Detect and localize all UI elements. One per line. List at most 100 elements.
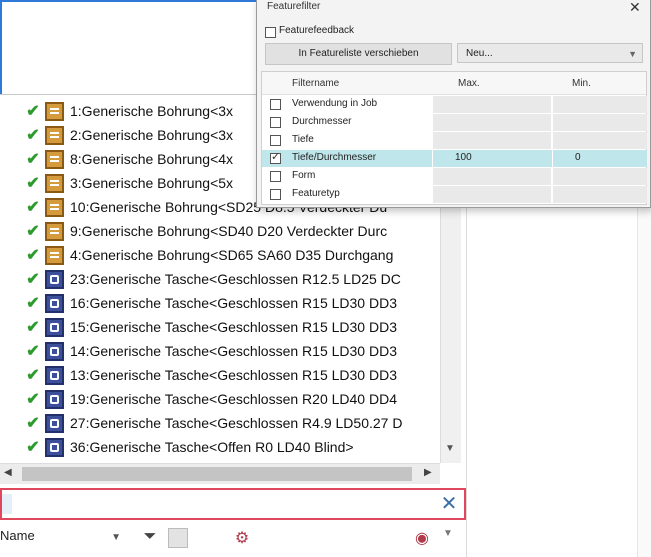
tree-item-label: 14:Generische Tasche<Geschlossen R15 LD3… [70, 343, 397, 359]
min-value-cell[interactable] [552, 186, 647, 203]
filter-input[interactable] [20, 492, 424, 518]
tree-item-label: 8:Generische Bohrung<4x [70, 151, 234, 167]
tree-item[interactable]: ✔ 9:Generische Bohrung<SD40 D20 Verdeckt… [0, 219, 387, 243]
tree-item-label: 16:Generische Tasche<Geschlossen R15 LD3… [70, 295, 397, 311]
checkmark-icon: ✔ [26, 391, 40, 408]
tree-item[interactable]: ✔ 2:Generische Bohrung<3x [0, 123, 233, 147]
min-value-cell[interactable]: 0 [552, 150, 647, 167]
eye-dropdown-arrow-icon[interactable]: ▼ [438, 528, 458, 548]
checkmark-icon: ✔ [26, 103, 40, 120]
clear-filter-icon[interactable]: ✕ [438, 492, 460, 516]
drill-feature-icon [45, 149, 64, 169]
scroll-right-arrow-icon[interactable]: ▶ [424, 467, 432, 478]
pocket-feature-icon [45, 365, 64, 385]
drill-feature-icon [45, 173, 64, 193]
checkmark-icon: ✔ [26, 367, 40, 384]
max-value-cell[interactable] [432, 168, 551, 185]
filter-row-label: Durchmesser [292, 116, 352, 127]
sort-select[interactable]: Name ▼ [0, 528, 125, 550]
drill-feature-icon [45, 125, 64, 145]
filter-row[interactable]: Verwendung in Job [262, 96, 647, 113]
tree-item-label: 13:Generische Tasche<Geschlossen R15 LD3… [70, 367, 397, 383]
visibility-eye-icon[interactable]: ◉ [412, 528, 432, 548]
popup-title: Featurefilter [267, 1, 321, 12]
pocket-feature-icon [45, 269, 64, 289]
filter-row-label: Tiefe [292, 134, 314, 145]
tree-item[interactable]: ✔ 8:Generische Bohrung<4x [0, 147, 233, 171]
filter-combo[interactable]: Neu... ▼ [457, 43, 643, 63]
filter-row-label: Form [292, 170, 316, 181]
column-header-max[interactable]: Max. [458, 78, 480, 89]
min-value-cell[interactable] [552, 132, 647, 149]
filter-search-box: ✕ [0, 488, 466, 520]
filter-row-checkbox[interactable] [270, 171, 281, 182]
tree-item-label: 3:Generische Bohrung<5x [70, 175, 234, 191]
filter-funnel-icon[interactable]: ⏷ [140, 528, 160, 548]
checkmark-icon: ✔ [26, 199, 40, 216]
checkmark-icon: ✔ [26, 343, 40, 360]
tree-item[interactable]: ✔ 27:Generische Tasche<Geschlossen R4.9 … [0, 411, 402, 435]
move-to-featurelist-button[interactable]: In Featureliste verschieben [265, 43, 452, 65]
tree-item[interactable]: ✔ 15:Generische Tasche<Geschlossen R15 L… [0, 315, 397, 339]
max-value-cell[interactable] [432, 132, 551, 149]
tree-item[interactable]: ✔ 13:Generische Tasche<Geschlossen R15 L… [0, 363, 397, 387]
checkmark-icon: ✔ [26, 127, 40, 144]
right-panel [466, 206, 651, 557]
min-value-cell[interactable] [552, 114, 647, 131]
search-icon [2, 494, 12, 514]
featurefeedback-checkbox[interactable] [265, 27, 276, 38]
drill-feature-icon [45, 245, 64, 265]
tree-item[interactable]: ✔ 19:Generische Tasche<Geschlossen R20 L… [0, 387, 397, 411]
tree-item-label: 19:Generische Tasche<Geschlossen R20 LD4… [70, 391, 397, 407]
checkmark-icon: ✔ [26, 271, 40, 288]
max-value-cell[interactable]: 100 [432, 150, 551, 167]
tree-horizontal-scrollbar[interactable]: ◀ ▶ [0, 463, 440, 484]
checkmark-icon: ✔ [26, 439, 40, 456]
scroll-left-arrow-icon[interactable]: ◀ [4, 467, 12, 478]
close-icon[interactable]: ✕ [629, 0, 641, 16]
scroll-down-arrow-icon[interactable]: ▼ [445, 443, 455, 454]
filter-row-checkbox[interactable] [270, 150, 281, 164]
chevron-down-icon: ▼ [111, 532, 121, 543]
filter-row-label: Tiefe/Durchmesser [292, 152, 377, 163]
tree-item-label: 4:Generische Bohrung<SD65 SA60 D35 Durch… [70, 247, 394, 263]
tree-item-label: 23:Generische Tasche<Geschlossen R12.5 L… [70, 271, 401, 287]
filter-row-checkbox[interactable] [270, 189, 281, 200]
tree-item[interactable]: ✔ 1:Generische Bohrung<3x [0, 99, 233, 123]
min-value-cell[interactable] [552, 168, 647, 185]
right-panel-scrollbar[interactable] [637, 206, 651, 557]
filter-row-label: Verwendung in Job [292, 98, 378, 109]
filter-row[interactable]: Featuretyp [262, 186, 647, 203]
tree-item-label: 9:Generische Bohrung<SD40 D20 Verdeckter… [70, 223, 388, 239]
max-value-cell[interactable] [432, 186, 551, 203]
max-value-cell[interactable] [432, 96, 551, 113]
tree-item[interactable]: ✔ 14:Generische Tasche<Geschlossen R15 L… [0, 339, 397, 363]
checkmark-icon: ✔ [26, 415, 40, 432]
tree-item[interactable]: ✔ 36:Generische Tasche<Offen R0 LD40 Bli… [0, 435, 354, 459]
tree-item[interactable]: ✔ 4:Generische Bohrung<SD65 SA60 D35 Dur… [0, 243, 393, 267]
filter-row-checkbox[interactable] [270, 135, 281, 146]
filter-row-checkbox[interactable] [270, 99, 281, 110]
filter-row[interactable]: Tiefe [262, 132, 647, 149]
drill-feature-icon [45, 197, 64, 217]
tree-item[interactable]: ✔ 23:Generische Tasche<Geschlossen R12.5… [0, 267, 401, 291]
sort-select-label: Name [0, 528, 35, 543]
settings-gear-icon[interactable]: ⚙ [232, 528, 252, 548]
min-value-cell[interactable] [552, 96, 647, 113]
max-value-cell[interactable] [432, 114, 551, 131]
pocket-feature-icon [45, 293, 64, 313]
column-header-name[interactable]: Filtername [292, 78, 339, 89]
filter-row[interactable]: Form [262, 168, 647, 185]
filter-row-checkbox[interactable] [270, 117, 281, 128]
tree-item[interactable]: ✔ 16:Generische Tasche<Geschlossen R15 L… [0, 291, 397, 315]
feature-filter-popup: Featurefilter ✕ Featurefeedback In Featu… [256, 0, 651, 208]
image-icon[interactable] [168, 528, 188, 548]
tree-item[interactable]: ✔ 3:Generische Bohrung<5x [0, 171, 233, 195]
filter-row-selected[interactable]: Tiefe/Durchmesser 100 0 [262, 150, 647, 167]
checkmark-icon: ✔ [26, 319, 40, 336]
filter-row[interactable]: Durchmesser [262, 114, 647, 131]
tree-item-label: 27:Generische Tasche<Geschlossen R4.9 LD… [70, 415, 403, 431]
column-header-min[interactable]: Min. [572, 78, 591, 89]
drill-feature-icon [45, 101, 64, 121]
scrollbar-thumb[interactable] [22, 467, 412, 481]
